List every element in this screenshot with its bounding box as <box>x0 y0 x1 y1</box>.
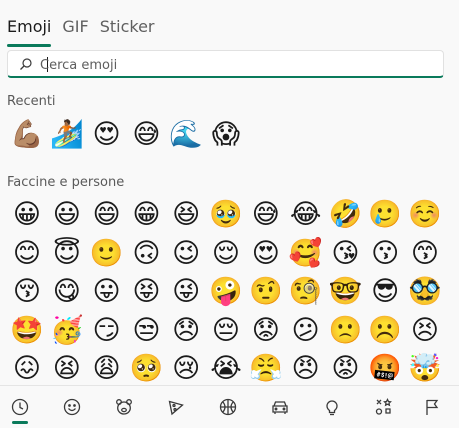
emoji-button[interactable]: 🤨 <box>248 274 284 310</box>
category-bar <box>0 386 459 428</box>
emoji-button[interactable]: 🥸 <box>407 274 443 310</box>
emoji-button[interactable]: 😞 <box>168 313 204 349</box>
emoji-button[interactable]: 🏄🏾 <box>49 117 85 153</box>
emoji-button[interactable]: 🥲 <box>367 197 403 233</box>
tab-emoji[interactable]: Emoji <box>7 17 52 47</box>
category-travel[interactable] <box>267 395 293 419</box>
emoji-button[interactable]: 💪🏽 <box>9 117 45 153</box>
emoji-button[interactable]: ☹️ <box>367 313 403 349</box>
emoji-button[interactable]: 😣 <box>407 313 443 349</box>
emoji-button[interactable]: 😅 <box>248 197 284 233</box>
emoji-button[interactable]: 🤣 <box>327 197 363 233</box>
section-title-faces: Faccine e persone <box>7 175 125 190</box>
emoji-button[interactable]: 😤 <box>248 351 284 387</box>
emoji-button[interactable]: 😀 <box>9 197 45 233</box>
emoji-button[interactable]: 😌 <box>208 236 244 272</box>
emoji-button[interactable]: 😋 <box>49 274 85 310</box>
emoji-button[interactable]: 😛 <box>89 274 125 310</box>
emoji-button[interactable]: 🥰 <box>288 236 324 272</box>
emoji-button[interactable]: 😎 <box>367 274 403 310</box>
emoji-button[interactable]: 🤓 <box>327 274 363 310</box>
bear-icon <box>116 399 132 415</box>
category-food[interactable] <box>163 395 189 419</box>
emoji-button[interactable]: 🤩 <box>9 313 45 349</box>
category-recent[interactable] <box>7 395 33 424</box>
emoji-button[interactable]: 😙 <box>407 236 443 272</box>
emoji-button[interactable]: 🧐 <box>288 274 324 310</box>
emoji-button[interactable]: 😝 <box>128 274 164 310</box>
emoji-button[interactable]: ☺️ <box>407 197 443 233</box>
emoji-button[interactable]: 😕 <box>288 313 324 349</box>
emoji-button[interactable]: 😃 <box>49 197 85 233</box>
symbols-icon <box>375 398 392 415</box>
emoji-button[interactable]: 😍 <box>248 236 284 272</box>
ball-icon <box>219 398 237 416</box>
emoji-button[interactable]: 😄 <box>89 197 125 233</box>
emoji-button[interactable]: 😁 <box>128 197 164 233</box>
emoji-button[interactable]: 🥺 <box>128 351 164 387</box>
emoji-button[interactable]: 🥳 <box>49 313 85 349</box>
category-objects[interactable] <box>319 395 345 419</box>
emoji-button[interactable]: 😩 <box>89 351 125 387</box>
emoji-button[interactable]: 😇 <box>49 236 85 272</box>
emoji-button[interactable]: 😭 <box>208 351 244 387</box>
clock-icon <box>11 398 29 416</box>
smiley-icon <box>63 398 81 416</box>
search-icon <box>20 58 32 70</box>
emoji-button[interactable]: 😱 <box>208 117 244 153</box>
emoji-button[interactable]: 🤬 <box>367 351 403 387</box>
emoji-button[interactable]: 😢 <box>168 351 204 387</box>
pizza-icon <box>168 400 184 416</box>
emoji-button[interactable]: 😘 <box>327 236 363 272</box>
section-title-recent: Recenti <box>7 94 56 109</box>
emoji-button[interactable]: 😆 <box>168 197 204 233</box>
picker-tabs: Emoji GIF Sticker <box>7 14 166 47</box>
category-animals[interactable] <box>111 395 137 419</box>
emoji-button[interactable]: 😏 <box>89 313 125 349</box>
emoji-button[interactable]: 😉 <box>168 236 204 272</box>
emoji-button[interactable]: 😖 <box>9 351 45 387</box>
tab-sticker[interactable]: Sticker <box>100 17 155 36</box>
car-icon <box>272 401 288 414</box>
emoji-button[interactable]: 😒 <box>128 313 164 349</box>
category-flags[interactable] <box>419 395 445 419</box>
emoji-button[interactable]: 🤪 <box>208 274 244 310</box>
emoji-button[interactable]: 😡 <box>327 351 363 387</box>
emoji-button[interactable]: 😍 <box>89 117 125 153</box>
flag-icon <box>426 399 439 415</box>
category-symbols[interactable] <box>371 395 397 419</box>
search-box[interactable] <box>7 50 444 78</box>
emoji-button[interactable]: 😗 <box>367 236 403 272</box>
lightbulb-icon <box>326 400 338 416</box>
emoji-button[interactable]: 🥹 <box>208 197 244 233</box>
emoji-button[interactable]: 😚 <box>9 274 45 310</box>
tab-gif[interactable]: GIF <box>62 17 88 36</box>
emoji-button[interactable]: 😟 <box>248 313 284 349</box>
emoji-button[interactable]: 😠 <box>288 351 324 387</box>
emoji-button[interactable]: 🙃 <box>128 236 164 272</box>
emoji-button[interactable]: 🙁 <box>327 313 363 349</box>
emoji-button[interactable]: 🤯 <box>407 351 443 387</box>
category-smileys[interactable] <box>59 395 85 419</box>
category-activities[interactable] <box>215 395 241 419</box>
search-input[interactable] <box>38 54 437 76</box>
emoji-button[interactable]: 😊 <box>9 236 45 272</box>
emoji-button[interactable]: 😔 <box>208 313 244 349</box>
emoji-button[interactable]: 🙂 <box>89 236 125 272</box>
emoji-button[interactable]: 😫 <box>49 351 85 387</box>
emoji-button[interactable]: 🌊 <box>168 117 204 153</box>
emoji-button[interactable]: 😂 <box>288 197 324 233</box>
emoji-button[interactable]: 😜 <box>168 274 204 310</box>
emoji-button[interactable]: 😅 <box>128 117 164 153</box>
